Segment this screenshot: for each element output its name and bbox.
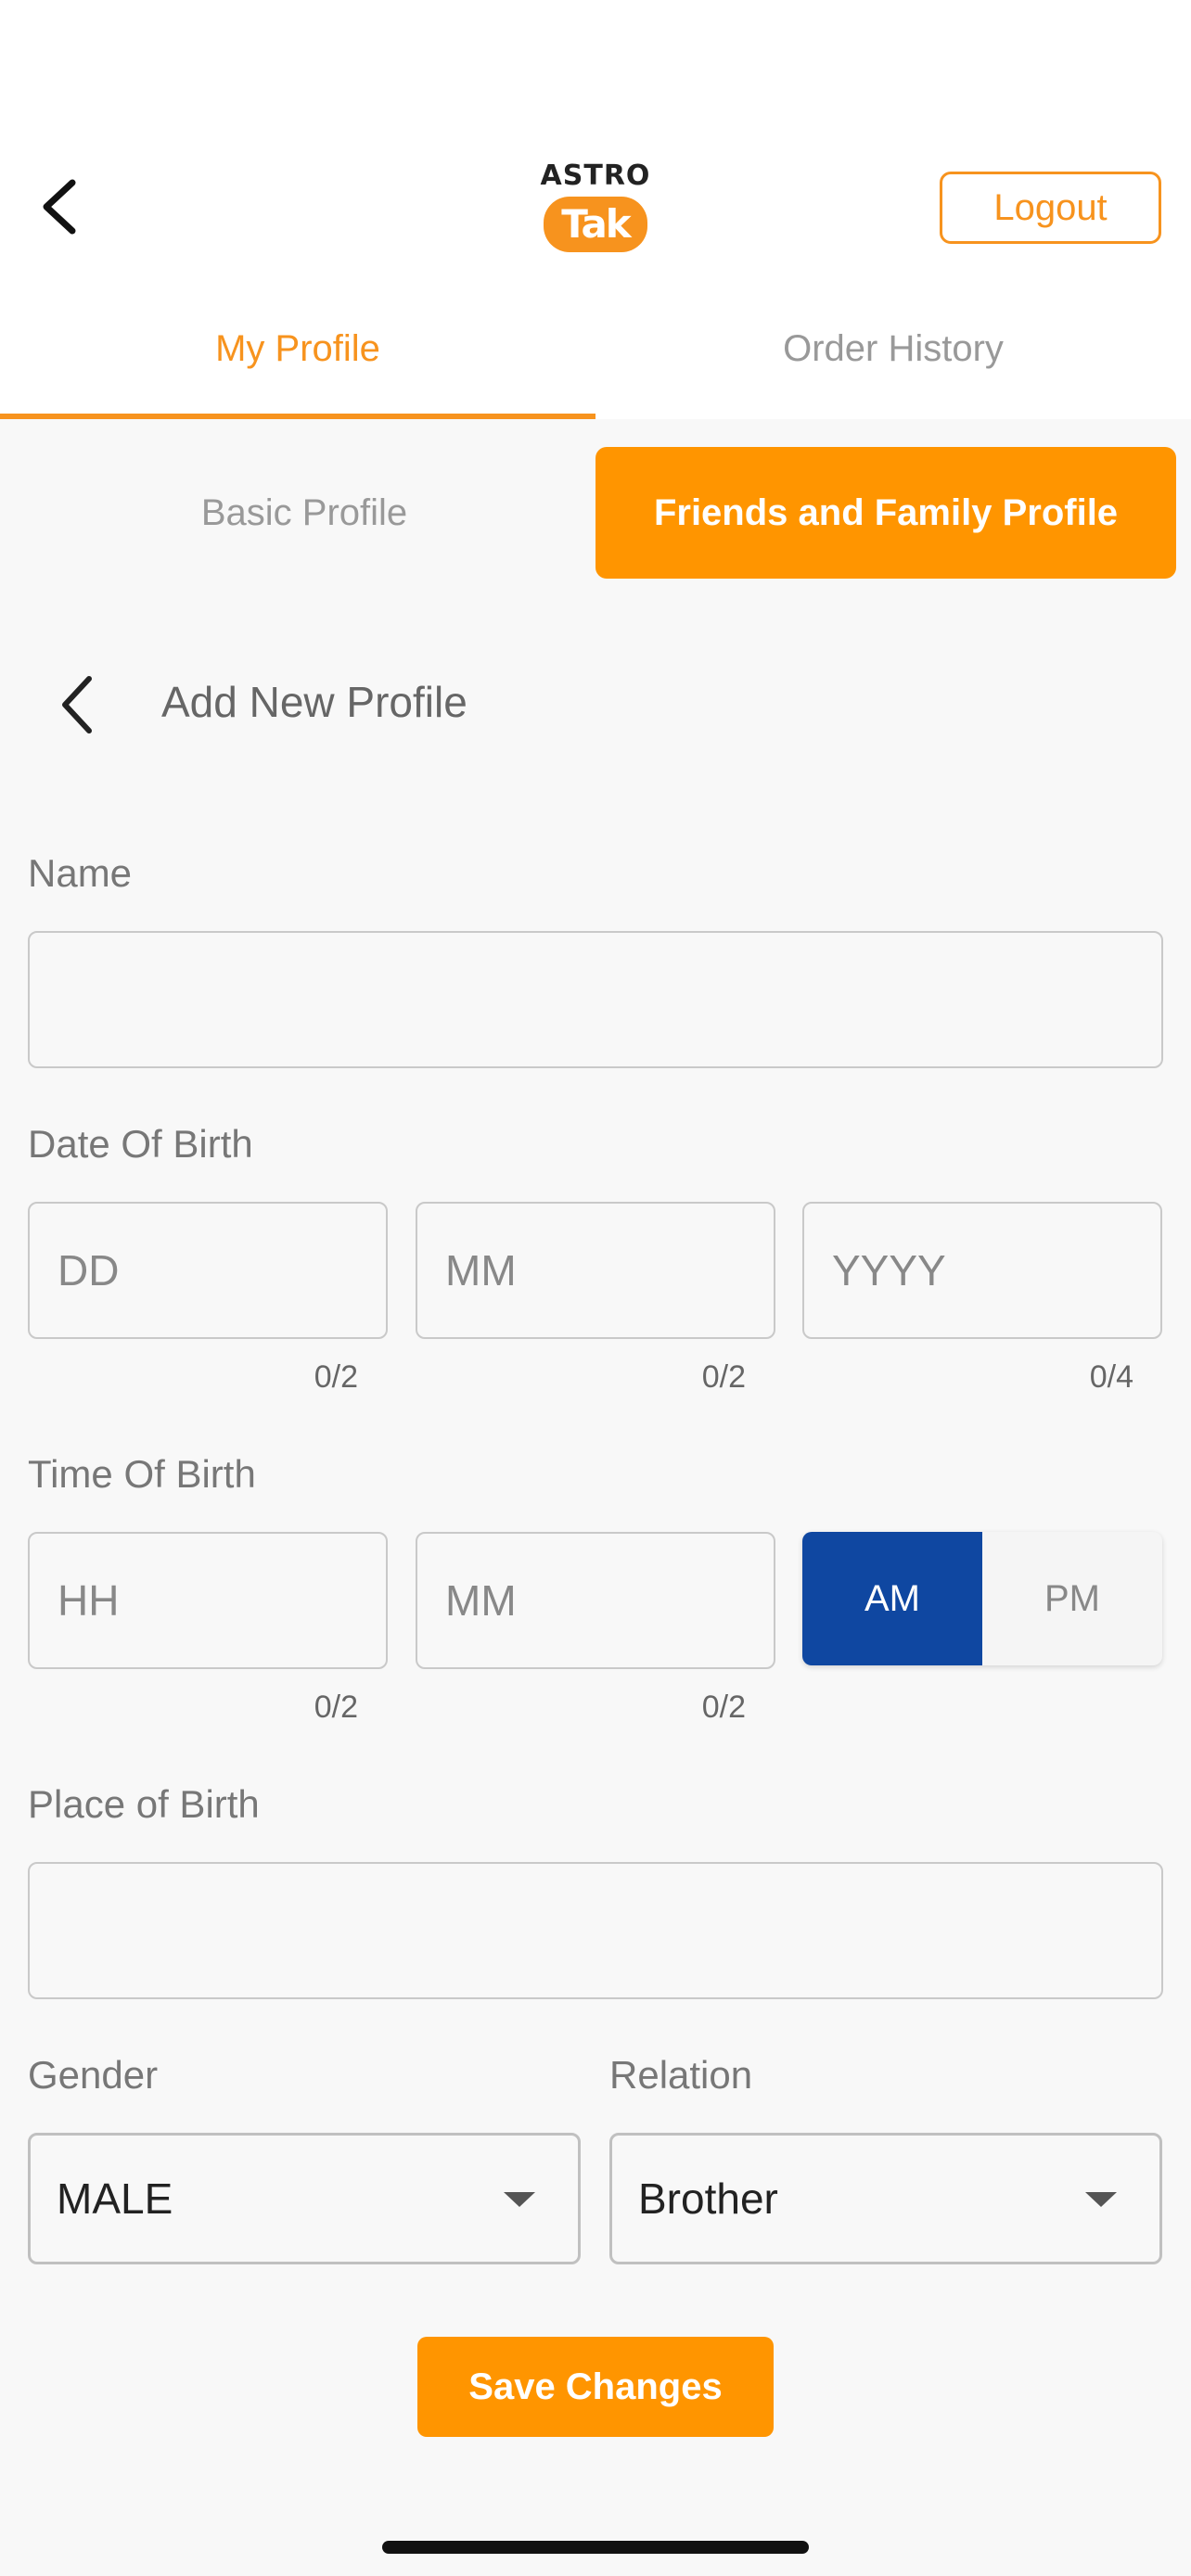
relation-value: Brother	[638, 2174, 778, 2223]
name-input[interactable]	[28, 931, 1163, 1068]
add-profile-title: Add New Profile	[161, 678, 467, 726]
save-changes-button[interactable]: Save Changes	[417, 2337, 774, 2437]
tob-hour-input[interactable]: HH	[28, 1532, 388, 1669]
segment-basic-profile[interactable]: Basic Profile	[28, 447, 581, 579]
dob-year-input[interactable]: YYYY	[802, 1202, 1162, 1339]
am-option[interactable]: AM	[802, 1532, 982, 1665]
logo-top-text: ASTRO	[540, 159, 651, 192]
chevron-down-icon	[1085, 2192, 1117, 2207]
gender-label: Gender	[28, 2053, 159, 2097]
dob-month-counter: 0/2	[701, 1359, 746, 1395]
tab-order-history[interactable]: Order History	[596, 297, 1191, 419]
tob-minute-counter: 0/2	[701, 1690, 746, 1725]
place-label: Place of Birth	[28, 1782, 260, 1826]
back-arrow-icon[interactable]	[32, 170, 91, 244]
dob-label: Date Of Birth	[28, 1122, 253, 1166]
dob-day-counter: 0/2	[314, 1359, 358, 1395]
tab-my-profile[interactable]: My Profile	[0, 297, 596, 419]
gender-select[interactable]: MALE	[28, 2133, 581, 2264]
relation-select[interactable]: Brother	[609, 2133, 1162, 2264]
astrotak-logo: ASTRO Tak	[538, 159, 653, 256]
relation-label: Relation	[609, 2053, 753, 2097]
dob-month-input[interactable]: MM	[416, 1202, 775, 1339]
am-pm-toggle: AM PM	[802, 1532, 1162, 1665]
active-tab-indicator	[0, 414, 596, 419]
gender-value: MALE	[57, 2174, 173, 2223]
pm-option[interactable]: PM	[982, 1532, 1162, 1665]
segment-friends-family-profile[interactable]: Friends and Family Profile	[596, 447, 1176, 579]
name-label: Name	[28, 851, 133, 895]
tob-hour-counter: 0/2	[314, 1690, 358, 1725]
tob-minute-input[interactable]: MM	[416, 1532, 775, 1669]
chevron-down-icon	[504, 2192, 535, 2207]
logo-bottom-text: Tak	[561, 201, 632, 247]
tob-label: Time Of Birth	[28, 1452, 256, 1496]
back-arrow-icon[interactable]	[46, 668, 111, 742]
home-indicator	[382, 2541, 809, 2554]
logout-button[interactable]: Logout	[940, 172, 1161, 244]
dob-year-counter: 0/4	[1089, 1359, 1133, 1395]
dob-day-input[interactable]: DD	[28, 1202, 388, 1339]
place-of-birth-input[interactable]	[28, 1862, 1163, 1999]
